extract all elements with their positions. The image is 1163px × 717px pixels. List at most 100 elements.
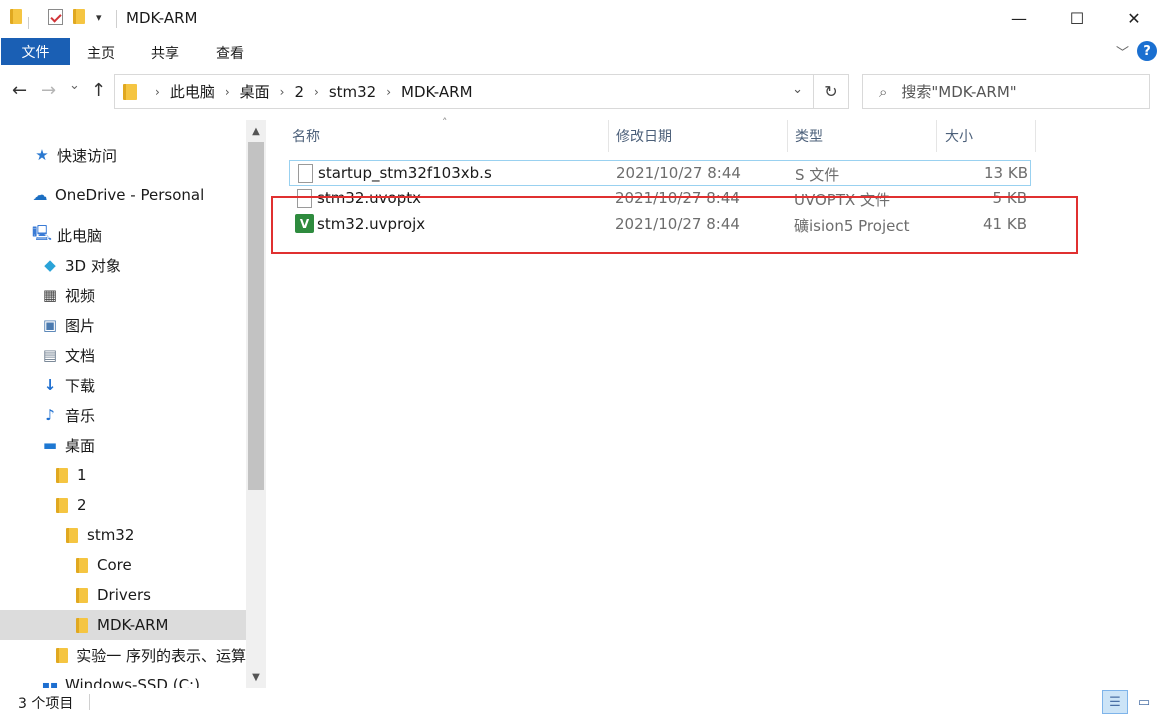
sidebar-item-label: Windows-SSD (C:) <box>65 676 200 688</box>
sidebar-item-this-pc[interactable]: 🖳 此电脑 <box>0 220 246 250</box>
sidebar-item-label: 图片 <box>65 316 96 335</box>
up-button[interactable]: ↑ <box>91 80 106 101</box>
sidebar-item-windows-ssd[interactable]: ▪▪ Windows-SSD (C:) <box>0 670 246 688</box>
sidebar-item-core[interactable]: Core <box>0 550 246 580</box>
minimize-button[interactable]: — <box>990 0 1048 36</box>
sidebar-item-desktop[interactable]: ▬ 桌面 <box>0 430 246 460</box>
help-icon[interactable]: ? <box>1137 41 1157 61</box>
scroll-down-arrow-icon[interactable]: ▼ <box>246 668 266 686</box>
close-button[interactable]: ✕ <box>1105 0 1163 36</box>
star-icon: ★ <box>35 146 49 164</box>
search-icon: ⌕ <box>879 82 888 101</box>
properties-checkmark-icon[interactable] <box>48 9 63 25</box>
folder-icon <box>53 497 71 513</box>
breadcrumb-separator[interactable]: › <box>280 85 285 99</box>
sidebar-item-quick-access[interactable]: ★ 快速访问 <box>0 140 246 170</box>
sidebar-item-experiment-1[interactable]: 实验一 序列的表示、运算 <box>0 640 246 670</box>
sidebar-item-folder-2[interactable]: 2 <box>0 490 246 520</box>
column-divider[interactable] <box>936 120 937 152</box>
large-icons-view-icon[interactable]: ▭ <box>1131 690 1157 714</box>
navigation-pane: ★ 快速访问 ☁ OneDrive - Personal 🖳 此电脑 ◆ 3D … <box>0 118 267 688</box>
file-size: 13 KB <box>984 164 1028 182</box>
sidebar-scrollbar[interactable]: ▲ ▼ <box>246 120 266 688</box>
sidebar-item-label: 3D 对象 <box>65 256 121 275</box>
breadcrumb-separator[interactable]: › <box>314 85 319 99</box>
sidebar-item-label: OneDrive - Personal <box>55 186 205 204</box>
tab-view[interactable]: 查看 <box>216 43 244 63</box>
breadcrumb-separator[interactable]: › <box>225 85 230 99</box>
sidebar-item-label: 快速访问 <box>57 146 118 165</box>
column-header-size[interactable]: 大小 <box>945 120 1033 152</box>
folder-icon[interactable] <box>10 9 22 24</box>
divider <box>116 10 117 28</box>
sidebar-item-documents[interactable]: ▤ 文档 <box>0 340 246 370</box>
breadcrumb-desktop[interactable]: 桌面 <box>240 81 270 102</box>
tab-share[interactable]: 共享 <box>151 43 179 63</box>
folder-icon <box>53 647 70 663</box>
sidebar-item-pictures[interactable]: ▣ 图片 <box>0 310 246 340</box>
column-header-date[interactable]: 修改日期 <box>616 120 786 152</box>
download-icon: ↓ <box>43 376 57 394</box>
back-button[interactable]: ← <box>12 80 27 101</box>
divider <box>89 694 90 710</box>
recent-locations-button[interactable]: ⌄ <box>69 78 80 93</box>
folder-icon <box>53 467 71 483</box>
sidebar-item-music[interactable]: ♪ 音乐 <box>0 400 246 430</box>
video-icon: ▦ <box>42 286 58 304</box>
file-name: startup_stm32f103xb.s <box>318 164 492 182</box>
breadcrumb-2[interactable]: 2 <box>294 83 304 101</box>
scroll-up-arrow-icon[interactable]: ▲ <box>246 122 266 140</box>
sidebar-item-stm32[interactable]: stm32 <box>0 520 246 550</box>
folder-icon <box>63 527 81 543</box>
sidebar-item-folder-1[interactable]: 1 <box>0 460 246 490</box>
search-placeholder: 搜索"MDK-ARM" <box>901 83 1017 101</box>
window-title: MDK-ARM <box>126 9 198 27</box>
sidebar-item-label: 实验一 序列的表示、运算 <box>76 646 246 665</box>
sidebar-item-mdk-arm[interactable]: MDK-ARM <box>0 610 246 640</box>
expand-ribbon-icon[interactable]: ﹀ <box>1116 42 1129 61</box>
sidebar-item-drivers[interactable]: Drivers <box>0 580 246 610</box>
breadcrumb-separator[interactable]: › <box>386 85 391 99</box>
breadcrumb-this-pc[interactable]: 此电脑 <box>170 81 215 102</box>
search-input[interactable]: ⌕ 搜索"MDK-ARM" <box>862 74 1150 109</box>
column-header-type[interactable]: 类型 <box>795 120 935 152</box>
sidebar-item-label: Drivers <box>97 586 151 604</box>
sidebar-item-label: 音乐 <box>65 406 96 425</box>
folder-icon <box>73 557 91 573</box>
music-icon: ♪ <box>45 406 55 424</box>
address-dropdown-icon[interactable]: ⌄ <box>792 82 803 97</box>
sidebar-item-label: 视频 <box>65 286 96 305</box>
table-row[interactable]: startup_stm32f103xb.s 2021/10/27 8:44 S … <box>289 160 1031 186</box>
sidebar-item-label: 桌面 <box>65 436 96 455</box>
sidebar-item-3d-objects[interactable]: ◆ 3D 对象 <box>0 250 246 280</box>
breadcrumb-stm32[interactable]: stm32 <box>329 83 376 101</box>
sidebar-item-downloads[interactable]: ↓ 下载 <box>0 370 246 400</box>
folder-icon <box>123 83 137 100</box>
sidebar-item-label: stm32 <box>87 526 135 544</box>
column-header-name[interactable]: 名称 <box>292 120 606 152</box>
sidebar-item-label: 下载 <box>65 376 96 395</box>
breadcrumb-separator[interactable]: › <box>155 85 160 99</box>
cube-icon: ◆ <box>44 256 56 274</box>
tab-file[interactable]: 文件 <box>1 38 70 65</box>
item-count: 3 个项目 <box>18 696 74 712</box>
new-folder-icon[interactable] <box>73 9 85 24</box>
column-divider[interactable] <box>1035 120 1036 152</box>
column-divider[interactable] <box>608 120 609 152</box>
column-divider[interactable] <box>787 120 788 152</box>
highlight-annotation-box <box>271 196 1078 254</box>
forward-button[interactable]: → <box>41 80 56 101</box>
breadcrumb-mdk-arm[interactable]: MDK-ARM <box>401 83 472 101</box>
folder-icon <box>73 587 91 603</box>
title-bar: ▾ MDK-ARM — ☐ ✕ <box>0 0 1163 38</box>
file-icon <box>298 164 313 183</box>
maximize-button[interactable]: ☐ <box>1048 0 1106 36</box>
details-view-icon[interactable]: ☰ <box>1102 690 1128 714</box>
customize-quick-access-dropdown[interactable]: ▾ <box>96 11 102 24</box>
scroll-thumb[interactable] <box>248 142 264 490</box>
sidebar-item-videos[interactable]: ▦ 视频 <box>0 280 246 310</box>
sidebar-item-onedrive[interactable]: ☁ OneDrive - Personal <box>0 180 246 210</box>
address-bar[interactable]: › 此电脑 › 桌面 › 2 › stm32 › MDK-ARM ⌄ <box>114 74 814 109</box>
refresh-button[interactable]: ↻ <box>813 74 849 109</box>
tab-home[interactable]: 主页 <box>87 43 115 63</box>
